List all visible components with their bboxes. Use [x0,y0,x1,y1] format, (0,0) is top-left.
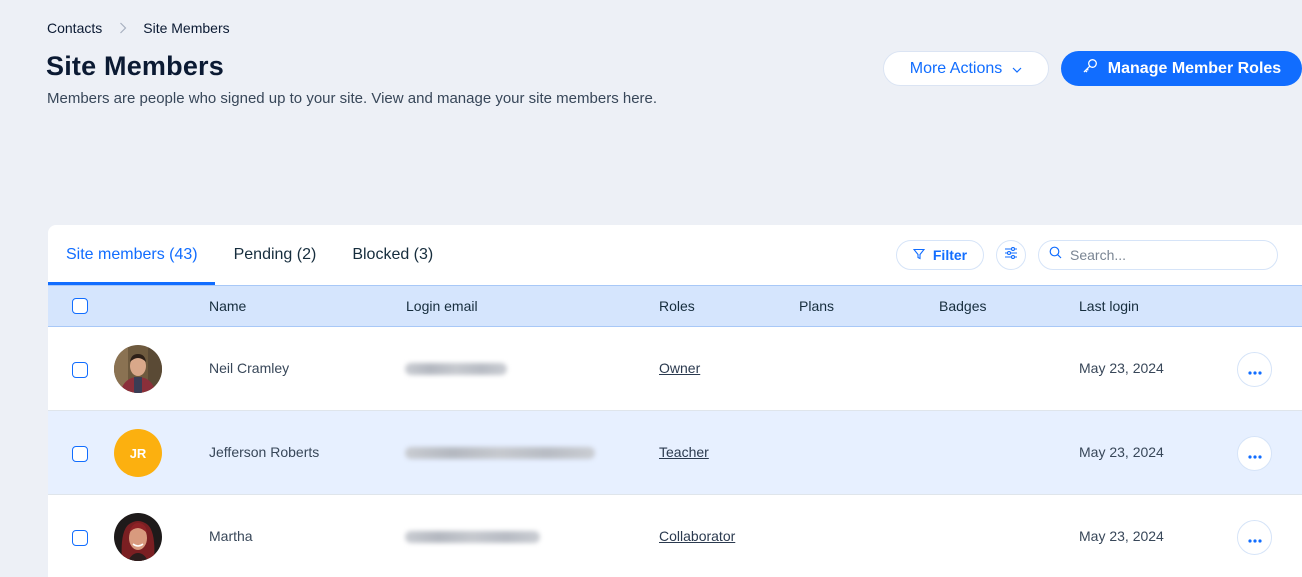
table-header: Name Login email Roles Plans Badges Last… [48,285,1302,327]
search-box [1038,240,1278,270]
more-horizontal-icon [1247,362,1262,378]
avatar [114,345,162,393]
member-name[interactable]: Jefferson Roberts [209,444,319,460]
avatar-initials-text: JR [129,445,147,461]
breadcrumb-current: Site Members [143,20,230,36]
tab-blocked[interactable]: Blocked (3) [352,225,433,285]
column-header-login-email[interactable]: Login email [406,298,478,314]
breadcrumb: Contacts Site Members [47,20,230,36]
more-actions-button[interactable]: More Actions [883,51,1049,86]
tabs: Site members (43) Pending (2) Blocked (3… [48,225,433,285]
filter-button[interactable]: Filter [896,240,984,270]
avatar [114,513,162,561]
table-row[interactable]: Martha Collaborator May 23, 2024 [48,495,1302,577]
row-checkbox[interactable] [72,362,88,378]
key-icon [1082,58,1098,79]
more-actions-label: More Actions [909,59,1003,77]
role-link[interactable]: Owner [659,360,700,376]
role-link[interactable]: Collaborator [659,528,735,544]
chevron-right-icon [119,22,127,34]
more-horizontal-icon [1247,446,1262,462]
search-input[interactable] [1070,247,1260,263]
column-header-plans[interactable]: Plans [799,298,834,314]
member-name[interactable]: Martha [209,528,253,544]
row-more-actions-button[interactable] [1237,436,1272,471]
row-more-actions-button[interactable] [1237,520,1272,555]
avatar-initials: JR [114,429,162,477]
tab-pending[interactable]: Pending (2) [234,225,317,285]
column-header-badges[interactable]: Badges [939,298,986,314]
page-subtitle: Members are people who signed up to your… [47,90,658,107]
row-checkbox[interactable] [72,530,88,546]
last-login: May 23, 2024 [1079,360,1164,376]
column-header-roles[interactable]: Roles [659,298,695,314]
manage-member-roles-label: Manage Member Roles [1107,59,1282,77]
select-all-checkbox[interactable] [72,298,88,314]
manage-member-roles-button[interactable]: Manage Member Roles [1061,51,1302,86]
login-email-redacted [405,447,595,459]
table-row[interactable]: Neil Cramley Owner May 23, 2024 [48,327,1302,411]
last-login: May 23, 2024 [1079,528,1164,544]
login-email-redacted [405,531,540,543]
column-header-name[interactable]: Name [209,298,246,314]
search-icon [1049,246,1062,264]
table-row[interactable]: JR Jefferson Roberts Teacher May 23, 202… [48,411,1302,495]
column-header-last-login[interactable]: Last login [1079,298,1139,314]
row-checkbox[interactable] [72,446,88,462]
tab-site-members[interactable]: Site members (43) [48,225,215,285]
sliders-icon [1004,246,1018,264]
filter-icon [912,247,926,263]
last-login: May 23, 2024 [1079,444,1164,460]
filter-label: Filter [932,247,968,263]
chevron-down-icon [1012,60,1022,78]
customize-columns-button[interactable] [996,240,1026,270]
role-link[interactable]: Teacher [659,444,709,460]
breadcrumb-contacts-link[interactable]: Contacts [47,20,102,36]
login-email-redacted [405,363,507,375]
members-table-card: Site members (43) Pending (2) Blocked (3… [48,225,1302,577]
member-name[interactable]: Neil Cramley [209,360,289,376]
row-more-actions-button[interactable] [1237,352,1272,387]
page-title: Site Members [46,51,224,81]
more-horizontal-icon [1247,530,1262,546]
